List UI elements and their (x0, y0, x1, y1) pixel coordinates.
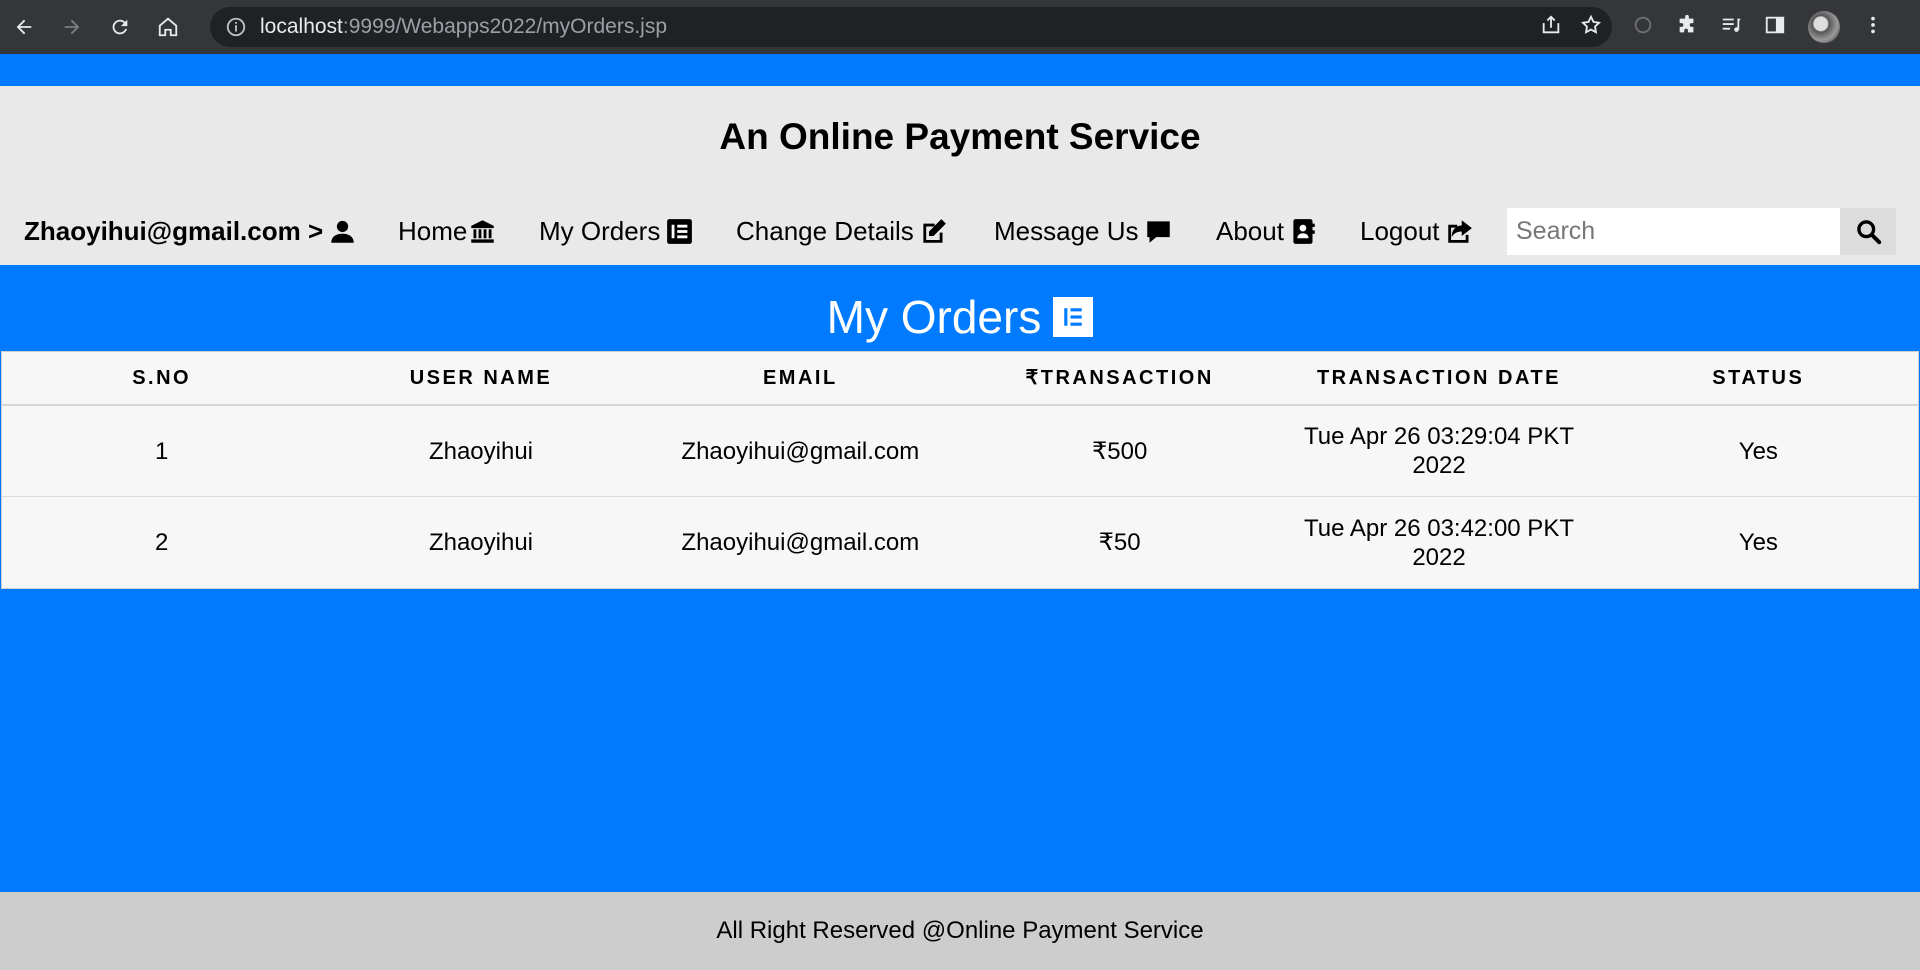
home-button[interactable] (144, 0, 192, 54)
nav-home-label: Home (398, 215, 468, 246)
cell-transaction: ₹50 (1098, 529, 1141, 556)
nav-logout[interactable]: Logout (1360, 216, 1473, 247)
site-info-icon[interactable] (224, 15, 248, 39)
nav-change-details-label: Change Details (736, 215, 914, 246)
nav-home[interactable]: Home (398, 216, 496, 247)
navbar: Zhaoyihui@gmail.com > Home My Orders Cha… (0, 206, 1920, 256)
search-icon (1856, 220, 1881, 245)
side-panel-icon[interactable] (1764, 14, 1786, 41)
column-header-sno: S.NO (132, 366, 192, 389)
list-alt-icon (1053, 297, 1094, 337)
user-email-label: Zhaoyihui@gmail.com > (24, 215, 324, 246)
nav-message-us-label: Message Us (994, 215, 1139, 246)
search-button[interactable] (1840, 208, 1896, 255)
profile-avatar[interactable] (1808, 11, 1840, 43)
cell-transaction: ₹500 (1091, 437, 1148, 465)
comment-icon (1145, 218, 1172, 245)
nav-change-details[interactable]: Change Details (736, 216, 947, 247)
nav-about-label: About (1216, 215, 1284, 246)
url-text[interactable]: localhost:9999/Webapps2022/myOrders.jsp (260, 15, 667, 39)
cell-email: Zhaoyihui@gmail.com (681, 437, 920, 465)
cell-transaction-date: Tue Apr 26 03:29:04 PKT 2022 (1304, 423, 1574, 479)
footer-text: All Right Reserved @Online Payment Servi… (716, 917, 1204, 944)
table-row: 1 Zhaoyihui Zhaoyihui@gmail.com ₹500 Tue… (2, 406, 1918, 497)
nav-my-orders[interactable]: My Orders (539, 216, 693, 247)
nav-my-orders-label: My Orders (539, 215, 661, 246)
top-accent-strip (0, 54, 1920, 86)
cell-sno: 2 (154, 529, 169, 556)
cell-status: Yes (1738, 437, 1778, 465)
address-bar[interactable]: localhost:9999/Webapps2022/myOrders.jsp (210, 7, 1612, 47)
nav-message-us[interactable]: Message Us (994, 216, 1172, 247)
media-playlist-icon[interactable] (1720, 14, 1742, 41)
bank-icon (469, 218, 496, 245)
bookmark-star-icon[interactable] (1580, 14, 1602, 41)
user-icon (329, 218, 356, 245)
nav-logout-label: Logout (1360, 215, 1440, 246)
share-square-icon (1446, 218, 1473, 245)
edit-icon (920, 218, 947, 245)
user-account-link[interactable]: Zhaoyihui@gmail.com > (24, 216, 356, 247)
page-title: My Orders (0, 290, 1920, 344)
site-footer: All Right Reserved @Online Payment Servi… (0, 892, 1920, 970)
orders-table: S.NO USER NAME EMAIL ₹TRANSACTION TRANSA… (1, 351, 1919, 589)
cell-email: Zhaoyihui@gmail.com (681, 529, 920, 556)
browser-toolbar: localhost:9999/Webapps2022/myOrders.jsp (0, 0, 1920, 54)
column-header-email: EMAIL (762, 366, 838, 389)
sync-extension-icon[interactable] (1632, 14, 1654, 41)
home-icon (158, 17, 178, 37)
column-header-status: STATUS (1712, 366, 1805, 389)
site-title: An Online Payment Service (719, 116, 1201, 157)
arrow-left-icon (16, 19, 32, 35)
url-path: :9999/Webapps2022/myOrders.jsp (342, 15, 668, 38)
cell-sno: 1 (154, 437, 169, 465)
puzzle-extensions-icon[interactable] (1676, 14, 1698, 41)
forward-button[interactable] (48, 0, 96, 54)
table-header-row: S.NO USER NAME EMAIL ₹TRANSACTION TRANSA… (2, 352, 1918, 406)
cell-status: Yes (1738, 529, 1778, 556)
list-alt-icon (666, 218, 693, 245)
search-form (1507, 208, 1896, 255)
column-header-transaction-date: TRANSACTION DATE (1316, 366, 1561, 389)
search-input[interactable] (1507, 208, 1840, 255)
cell-transaction-date: Tue Apr 26 03:42:00 PKT 2022 (1304, 514, 1574, 571)
column-header-transaction: ₹TRANSACTION (1025, 366, 1214, 389)
url-host: localhost (260, 15, 343, 38)
back-button[interactable] (0, 0, 48, 54)
share-icon[interactable] (1540, 14, 1562, 41)
cell-username: Zhaoyihui (428, 437, 534, 465)
arrow-right-icon (64, 19, 80, 35)
cell-username: Zhaoyihui (428, 529, 534, 556)
column-header-username: USER NAME (409, 366, 553, 389)
page-title-text: My Orders (826, 291, 1042, 343)
address-book-icon (1290, 218, 1317, 245)
table-row: 2 Zhaoyihui Zhaoyihui@gmail.com ₹50 Tue … (2, 497, 1918, 588)
reload-button[interactable] (96, 0, 144, 54)
nav-about[interactable]: About (1216, 216, 1317, 247)
reload-icon (112, 19, 128, 35)
site-header: An Online Payment Service Zhaoyihui@gmai… (0, 86, 1920, 265)
kebab-menu-icon[interactable] (1862, 14, 1884, 41)
